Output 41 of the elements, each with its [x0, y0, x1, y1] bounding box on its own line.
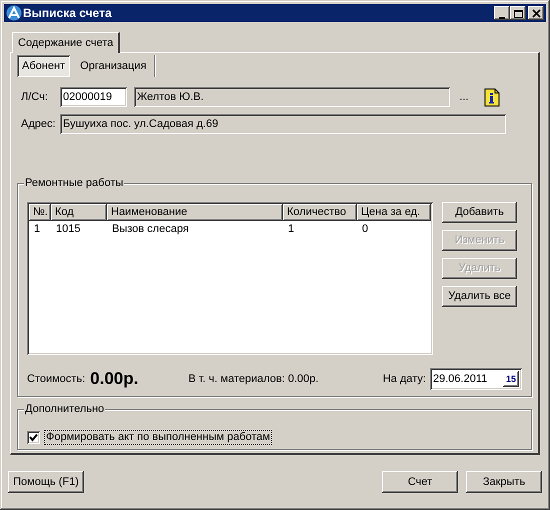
table-cell-text: 0: [361, 222, 370, 237]
checkbox-label[interactable]: Формировать акт по выполненным работам: [44, 430, 272, 445]
footer-button[interactable]: Помощь (F1): [8, 471, 84, 493]
column-header[interactable]: Наименование: [107, 204, 283, 221]
browse-button[interactable]: ...: [456, 87, 472, 107]
cost-value: 0.00р.: [90, 368, 138, 390]
table-cell-text: 1015: [55, 222, 82, 237]
group-title: Ремонтные работы: [24, 176, 124, 190]
minimize-icon[interactable]: [494, 6, 510, 20]
date-field[interactable]: 29.06.2011 15: [430, 368, 522, 390]
checkbox[interactable]: [27, 431, 40, 444]
address-field: Бушуиха пос. ул.Садовая д.69: [60, 114, 506, 134]
field-label: Стоимость:: [27, 372, 86, 387]
table-cell-text: Вызов слесаря: [111, 222, 190, 237]
table-cell-text: 1: [287, 222, 296, 237]
field-label: Адрес:: [20, 116, 57, 132]
tab[interactable]: Организация: [72, 55, 156, 77]
materials-text: В т. ч. материалов: 0.00р.: [188, 372, 319, 387]
action-button[interactable]: Добавить: [442, 202, 517, 223]
field-label: На дату:: [382, 372, 426, 387]
close-icon[interactable]: [528, 6, 544, 20]
tab[interactable]: Содержание счета: [12, 32, 120, 53]
column-header[interactable]: Количество: [283, 204, 357, 221]
date-value: 29.06.2011: [433, 372, 488, 387]
field-label: Л/Сч:: [20, 90, 49, 105]
maximize-icon[interactable]: [510, 6, 526, 20]
info-icon[interactable]: [484, 87, 500, 107]
column-header[interactable]: №.: [29, 204, 51, 221]
action-button[interactable]: Удалить все: [442, 286, 517, 307]
footer-button[interactable]: Закрыть: [466, 471, 542, 493]
window-title: Выписка счета: [23, 5, 112, 22]
name-field: Желтов Ю.В.: [134, 87, 450, 107]
calendar-button[interactable]: 15: [503, 371, 519, 387]
app-logo-icon: [6, 5, 22, 21]
input-field[interactable]: 02000019: [60, 87, 127, 107]
footer-button[interactable]: Счет: [382, 471, 458, 493]
table-cell-text: 1: [33, 222, 42, 237]
column-header[interactable]: Код: [51, 204, 107, 221]
column-header[interactable]: Цена за ед.: [357, 204, 431, 221]
group-title: Дополнительно: [24, 402, 106, 416]
tab[interactable]: Абонент: [17, 55, 70, 77]
